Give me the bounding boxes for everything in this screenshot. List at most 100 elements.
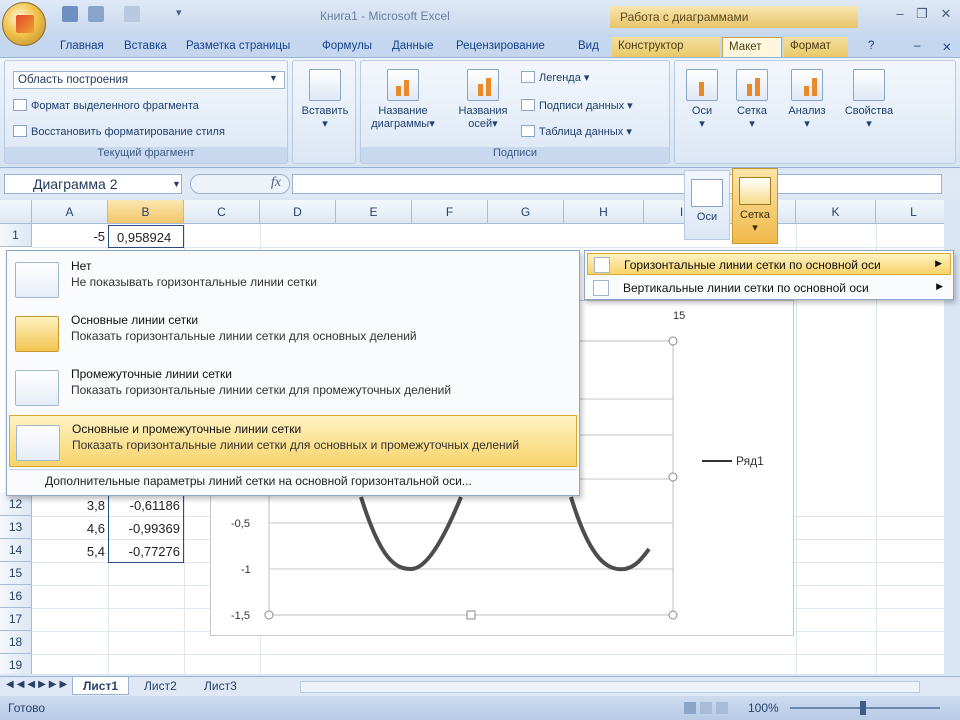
reset-icon	[13, 125, 27, 137]
restore-icon[interactable]: ❐	[912, 6, 932, 22]
row-header[interactable]: 18	[0, 631, 32, 654]
name-box-dropdown-icon[interactable]: ▼	[172, 179, 181, 189]
axis-titles-button[interactable]: Названия осей▾	[447, 69, 519, 131]
window-title: Книга1 - Microsoft Excel	[320, 9, 450, 23]
column-header[interactable]: E	[336, 200, 412, 224]
sheet-tab[interactable]: Лист1	[72, 677, 130, 695]
tab-data[interactable]: Данные	[386, 37, 440, 57]
format-selection-button[interactable]: Формат выделенного фрагмента	[13, 99, 199, 112]
tab-layout[interactable]: Макет	[722, 37, 782, 57]
sheet-tab[interactable]: Лист3	[194, 677, 247, 695]
horizontal-gridlines-item[interactable]: Горизонтальные линии сетки по основной о…	[587, 253, 951, 275]
cell-b12[interactable]: -0,61186	[108, 494, 184, 517]
zoom-level[interactable]: 100%	[748, 701, 779, 715]
column-header[interactable]: D	[260, 200, 336, 224]
select-all-corner[interactable]	[0, 200, 32, 224]
cell-b14[interactable]: -0,77276	[108, 540, 184, 563]
row-header[interactable]: 19	[0, 654, 32, 674]
tab-page-layout[interactable]: Разметка страницы	[180, 37, 296, 57]
row-header[interactable]: 17	[0, 608, 32, 631]
cell-b1[interactable]: 0,958924	[108, 225, 184, 248]
row-header[interactable]: 1	[0, 224, 32, 247]
cell-b13[interactable]: -0,99369	[108, 517, 184, 540]
analysis-button[interactable]: Анализ ▾	[781, 69, 833, 131]
gridlines-icon	[736, 69, 768, 101]
menu-item-major-minor[interactable]: Основные и промежуточные линии сетки Пок…	[9, 415, 577, 467]
cell-a13[interactable]: 4,6	[32, 517, 108, 540]
tab-design[interactable]: Конструктор	[612, 37, 720, 57]
column-header[interactable]: A	[32, 200, 108, 224]
row-header[interactable]: 14	[0, 539, 32, 562]
save-icon[interactable]	[62, 6, 78, 22]
column-header[interactable]: K	[796, 200, 876, 224]
tab-formulas[interactable]: Формулы	[316, 37, 378, 57]
data-table-button[interactable]: Таблица данных ▾	[521, 125, 632, 138]
normal-view-icon[interactable]	[684, 702, 696, 714]
redo-icon[interactable]	[124, 6, 140, 22]
chart-title-button[interactable]: Название диаграммы▾	[363, 69, 443, 131]
cell-a14[interactable]: 5,4	[32, 540, 108, 563]
reset-style-button[interactable]: Восстановить форматирование стиля	[13, 125, 225, 138]
insert-icon	[309, 69, 341, 101]
help-icon[interactable]: ?	[862, 37, 880, 57]
menu-item-major[interactable]: Основные линии сетки Показать горизонтал…	[9, 307, 577, 359]
axes-button-overlay[interactable]: Оси	[684, 170, 730, 240]
group-labels: Название диаграммы▾ Названия осей▾ Леген…	[360, 60, 670, 164]
row-header[interactable]: 15	[0, 562, 32, 585]
horizontal-scrollbar[interactable]	[300, 681, 920, 693]
page-break-view-icon[interactable]	[716, 702, 728, 714]
properties-button[interactable]: Свойства ▾	[839, 69, 899, 131]
column-header[interactable]: G	[488, 200, 564, 224]
chart-element-select[interactable]: Область построения	[13, 71, 285, 89]
column-header[interactable]: B	[108, 200, 184, 224]
tab-insert[interactable]: Вставка	[118, 37, 173, 57]
sheet-nav-icons[interactable]: ◀◀◀▶▶▶	[6, 679, 70, 690]
resize-handle[interactable]	[668, 336, 678, 346]
tab-home[interactable]: Главная	[54, 37, 110, 57]
vertical-gridlines-item[interactable]: Вертикальные линии сетки по основной оси…	[587, 277, 951, 299]
resize-handle[interactable]	[668, 610, 678, 620]
office-button[interactable]	[2, 2, 46, 46]
row-header[interactable]: 12	[0, 493, 32, 516]
insert-button[interactable]: Вставить ▾	[297, 69, 353, 131]
tab-format[interactable]: Формат	[784, 37, 848, 57]
row-header[interactable]: 13	[0, 516, 32, 539]
minimize-icon[interactable]: –	[890, 6, 910, 22]
insert-function-button[interactable]: fx	[190, 174, 290, 194]
tab-review[interactable]: Рецензирование	[450, 37, 551, 57]
resize-handle[interactable]	[264, 610, 274, 620]
formula-input[interactable]	[292, 174, 942, 194]
column-header[interactable]: L	[876, 200, 944, 224]
row-header[interactable]: 16	[0, 585, 32, 608]
minor-gridlines-icon	[15, 370, 59, 406]
resize-handle[interactable]	[668, 472, 678, 482]
menu-item-minor[interactable]: Промежуточные линии сетки Показать гориз…	[9, 361, 577, 413]
cell-a12[interactable]: 3,8	[32, 494, 108, 517]
column-header[interactable]: F	[412, 200, 488, 224]
close-icon[interactable]: ✕	[936, 6, 956, 22]
sheet-tab[interactable]: Лист2	[134, 677, 187, 695]
data-labels-button[interactable]: Подписи данных ▾	[521, 99, 633, 112]
column-header[interactable]: H	[564, 200, 644, 224]
zoom-slider-thumb[interactable]	[860, 701, 866, 715]
axes-button[interactable]: Оси ▾	[679, 69, 725, 131]
name-box[interactable]: Диаграмма 2	[4, 174, 182, 194]
insert-sheet-icon[interactable]	[254, 677, 284, 695]
resize-handle[interactable]	[466, 610, 476, 620]
legend-button[interactable]: Легенда ▾	[521, 71, 589, 84]
properties-icon	[853, 69, 885, 101]
ribbon-close-icon[interactable]: ✕	[936, 37, 958, 57]
page-layout-view-icon[interactable]	[700, 702, 712, 714]
column-header[interactable]: C	[184, 200, 260, 224]
ribbon-minimize-icon[interactable]: –	[908, 37, 926, 57]
y-tick-label: -0,5	[231, 518, 250, 530]
customize-qat-icon[interactable]: ▾	[176, 6, 192, 22]
undo-icon[interactable]	[88, 6, 104, 22]
cell-a1[interactable]: -5	[32, 225, 108, 248]
chart-legend[interactable]: Ряд1	[702, 454, 764, 468]
gridlines-ribbon-button[interactable]: Сетка ▾	[729, 69, 775, 131]
gridlines-button-pressed[interactable]: Сетка ▾	[732, 168, 778, 244]
more-gridline-options[interactable]: Дополнительные параметры линий сетки на …	[9, 469, 577, 493]
menu-item-none[interactable]: Нет Не показывать горизонтальные линии с…	[9, 253, 577, 305]
tab-view[interactable]: Вид	[572, 37, 605, 57]
